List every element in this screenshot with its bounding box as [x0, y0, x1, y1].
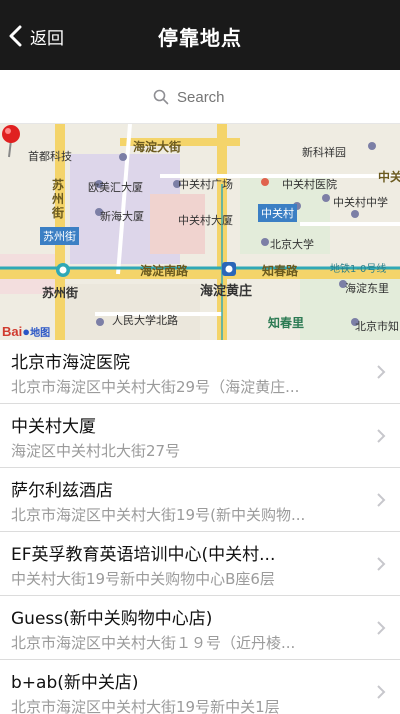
- chevron-right-icon: [377, 365, 386, 379]
- map-badge: 苏州街: [40, 227, 79, 245]
- map-label: 地铁1-0号线: [330, 264, 387, 275]
- map-label: 中关村中学: [333, 196, 388, 209]
- map-label: 海淀黄庄: [200, 284, 253, 299]
- place-address: 海淀区中关村北大街27号: [11, 442, 181, 460]
- map-label: 新海大厦: [100, 210, 144, 223]
- place-address: 北京市海淀区中关村大街１９号（近丹棱...: [11, 634, 296, 652]
- place-name: 北京市海淀医院: [11, 353, 130, 373]
- list-item[interactable]: EF英孚教育英语培训中心(中关村... 中关村大街19号新中关购物中心B座6层: [0, 532, 400, 596]
- map-label: 欧美汇大厦: [88, 181, 143, 194]
- map-label: 知春里: [268, 316, 305, 330]
- chevron-right-icon: [377, 685, 386, 699]
- place-name: 萨尔利兹酒店: [11, 481, 113, 501]
- place-list: 北京市海淀医院 北京市海淀区中关村大街29号（海淀黄庄... 中关村大厦 海淀区…: [0, 340, 400, 714]
- map-label: 街: [52, 206, 65, 220]
- chevron-right-icon: [377, 621, 386, 635]
- map-label: 中关村医院: [282, 178, 337, 191]
- map-label: 北京市知: [355, 320, 399, 333]
- map-view[interactable]: 首都科技 海淀大街 新科祥园 苏 州 街 苏州街 欧美汇大厦 新海大厦 中关村广…: [0, 124, 400, 340]
- place-address: 中关村大街19号新中关购物中心B座6层: [11, 570, 275, 588]
- location-pin-icon: [2, 125, 20, 158]
- map-label: 人民大学北路: [112, 314, 178, 327]
- search-input[interactable]: [177, 88, 247, 106]
- place-address: 北京市海淀区中关村大街19号新中关1层: [11, 698, 280, 714]
- list-item[interactable]: 萨尔利兹酒店 北京市海淀区中关村大街19号(新中关购物...: [0, 468, 400, 532]
- baidu-map-logo: Bai●地图: [2, 324, 51, 339]
- map-label: 苏州街: [42, 286, 79, 300]
- search-icon: [153, 89, 169, 105]
- place-name: EF英孚教育英语培训中心(中关村...: [11, 545, 276, 565]
- place-name: 中关村大厦: [11, 417, 96, 437]
- place-address: 北京市海淀区中关村大街29号（海淀黄庄...: [11, 378, 300, 396]
- map-label: 中关村广场: [178, 178, 233, 191]
- map-label: 北京大学: [270, 238, 314, 251]
- map-label: 海淀南路: [140, 264, 189, 278]
- list-item[interactable]: b+ab(新中关店) 北京市海淀区中关村大街19号新中关1层: [0, 660, 400, 714]
- chevron-right-icon: [377, 429, 386, 443]
- map-label: 中关村大厦: [178, 214, 233, 227]
- map-label: 海淀大街: [133, 140, 182, 154]
- place-name: b+ab(新中关店): [11, 673, 139, 693]
- list-item[interactable]: Guess(新中关购物中心店) 北京市海淀区中关村大街１９号（近丹棱...: [0, 596, 400, 660]
- map-label: 海淀东里: [345, 282, 389, 295]
- chevron-right-icon: [377, 557, 386, 571]
- map-badge: 中关村: [258, 204, 297, 222]
- map-label: 新科祥园: [302, 146, 346, 159]
- search-box[interactable]: [10, 80, 390, 114]
- map-label: 中关: [378, 170, 400, 184]
- navigation-bar: 返回 停靠地点: [0, 0, 400, 70]
- list-item[interactable]: 中关村大厦 海淀区中关村北大街27号: [0, 404, 400, 468]
- map-label: 首都科技: [28, 150, 72, 163]
- place-name: Guess(新中关购物中心店): [11, 609, 213, 629]
- place-address: 北京市海淀区中关村大街19号(新中关购物...: [11, 506, 306, 524]
- list-item[interactable]: 北京市海淀医院 北京市海淀区中关村大街29号（海淀黄庄...: [0, 340, 400, 404]
- page-title: 停靠地点: [158, 26, 242, 50]
- search-bar: [0, 70, 400, 124]
- map-label: 知春路: [262, 264, 299, 278]
- chevron-right-icon: [377, 493, 386, 507]
